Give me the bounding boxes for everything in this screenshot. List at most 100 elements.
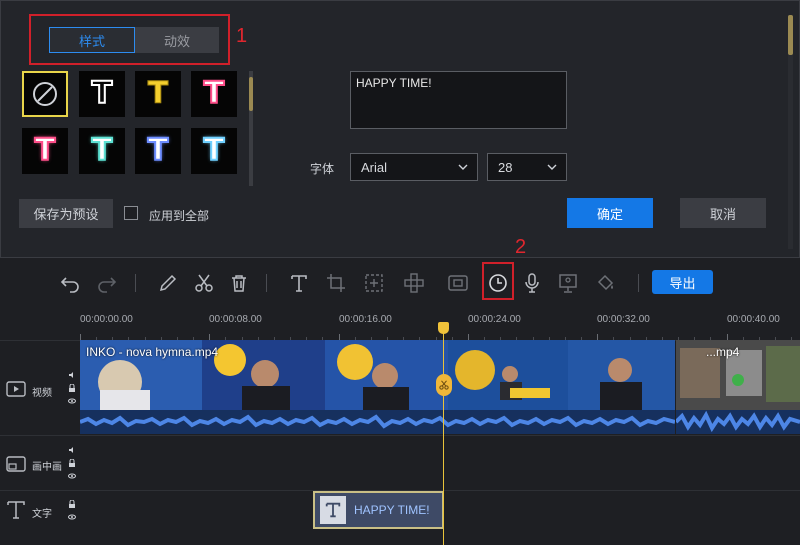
mosaic-button[interactable]: [401, 270, 427, 296]
preset-scrollbar-thumb[interactable]: [249, 77, 253, 111]
eye-icon[interactable]: [68, 397, 76, 405]
toolbar-separator: [135, 274, 136, 292]
preset-cyan-glow[interactable]: T: [79, 128, 125, 174]
redo-button[interactable]: [94, 270, 120, 296]
annotation-number-1: 1: [236, 25, 248, 47]
delete-button[interactable]: [226, 270, 252, 296]
font-size-value: 28: [498, 159, 513, 175]
preset-yellow[interactable]: T: [135, 71, 181, 117]
record-screen-button[interactable]: [555, 270, 581, 296]
text-style-icon: T: [147, 76, 169, 111]
tab-style[interactable]: 样式: [49, 27, 135, 53]
text-style-icon: T: [34, 133, 57, 168]
pip-track-header: 画中画: [0, 436, 80, 490]
preset-scrollbar[interactable]: [249, 71, 253, 186]
no-style-icon: [33, 82, 57, 106]
edit-button[interactable]: [155, 270, 181, 296]
font-size-select[interactable]: 28: [487, 153, 567, 181]
save-preset-button[interactable]: 保存为预设: [19, 199, 113, 228]
cancel-button[interactable]: 取消: [680, 198, 766, 228]
style-preset-grid: T T T T T T T: [22, 71, 242, 183]
zoom-button[interactable]: [361, 270, 387, 296]
waveform-graphic: [676, 410, 800, 433]
text-clip-label: HAPPY TIME!: [354, 503, 430, 517]
lock-icon[interactable]: [68, 500, 76, 508]
waveform-graphic: [80, 414, 675, 429]
text-style-icon: T: [147, 133, 170, 168]
apply-all-label: 应用到全部: [149, 209, 210, 223]
annotation-number-2: 2: [515, 236, 527, 258]
font-family-select[interactable]: Arial: [350, 153, 478, 181]
undo-button[interactable]: [57, 270, 83, 296]
font-family-value: Arial: [361, 159, 388, 175]
timeline-ruler[interactable]: 00:00:00.00 00:00:08.00 00:00:16.00 00:0…: [0, 308, 800, 340]
font-label: 字体: [310, 162, 335, 176]
duration-highlight-box: [482, 262, 514, 300]
time-label: 00:00:00.00: [80, 314, 133, 325]
pip-track: 画中画: [0, 435, 800, 490]
time-label: 00:00:24.00: [468, 314, 521, 325]
crop-button[interactable]: [323, 270, 349, 296]
freeze-frame-button[interactable]: [445, 270, 471, 296]
text-style-icon: T: [203, 133, 226, 168]
text-button[interactable]: [286, 270, 312, 296]
microphone-icon: [525, 273, 539, 293]
eye-icon[interactable]: [68, 472, 76, 480]
redo-icon: [98, 277, 117, 293]
video-clip-title: INKO - nova hymna.mp4: [86, 345, 219, 359]
time-label: 00:00:16.00: [339, 314, 392, 325]
video-clip[interactable]: ...mp4: [676, 340, 800, 434]
tabs-annotation-box: 样式 动效: [29, 14, 230, 65]
audio-waveform: [80, 410, 675, 434]
tab-animation[interactable]: 动效: [135, 27, 219, 53]
text-style-panel: 样式 动效 1 T T T T T T T HAPPY TIME! 字体 Ari…: [0, 0, 800, 258]
text-clip[interactable]: HAPPY TIME!: [313, 491, 444, 529]
split-button[interactable]: [191, 270, 217, 296]
time-label: 00:00:08.00: [209, 314, 262, 325]
presentation-icon: [559, 274, 577, 293]
confirm-button[interactable]: 确定: [567, 198, 653, 228]
panel-scrollbar-thumb[interactable]: [788, 15, 793, 55]
text-style-icon: T: [91, 133, 114, 168]
color-fill-button[interactable]: [593, 270, 619, 296]
playhead-line: [443, 330, 444, 545]
speaker-icon[interactable]: [68, 446, 76, 454]
preset-outline-white[interactable]: T: [79, 71, 125, 117]
paint-bucket-icon: [597, 274, 614, 291]
text-style-icon: T: [91, 76, 114, 111]
trash-icon: [232, 275, 246, 292]
lock-icon[interactable]: [68, 459, 76, 467]
text-track-name: 文字: [32, 509, 52, 520]
apply-all-checkbox[interactable]: [124, 206, 138, 220]
preset-lightblue-glow[interactable]: T: [191, 128, 237, 174]
video-track-name: 视频: [32, 388, 52, 399]
text-icon: [291, 275, 307, 292]
eye-icon[interactable]: [68, 513, 76, 521]
split-handle[interactable]: [436, 374, 452, 396]
playhead-handle[interactable]: [438, 322, 449, 334]
text-style-icon: T: [203, 76, 226, 111]
style-tabs: 样式 动效: [49, 27, 219, 53]
preset-blue-glow[interactable]: T: [135, 128, 181, 174]
video-clip[interactable]: INKO - nova hymna.mp4: [80, 340, 675, 434]
speaker-icon[interactable]: [68, 371, 76, 379]
panel-scrollbar[interactable]: [788, 15, 793, 249]
export-button[interactable]: 导出: [652, 270, 713, 294]
mosaic-icon: [404, 273, 424, 293]
chevron-down-icon: [547, 164, 557, 170]
zoom-frame-icon: [365, 274, 383, 292]
lock-icon[interactable]: [68, 384, 76, 392]
picture-in-picture-icon: [6, 456, 26, 472]
preset-pink-glow[interactable]: T: [22, 128, 68, 174]
record-voice-button[interactable]: [519, 270, 545, 296]
scissors-icon: [195, 274, 213, 292]
video-clip-title: ...mp4: [706, 345, 740, 359]
pip-track-name: 画中画: [32, 462, 62, 473]
crop-icon: [327, 274, 345, 292]
undo-icon: [60, 277, 79, 293]
scissors-icon: [439, 380, 449, 390]
text-track-header: 文字: [0, 491, 80, 545]
text-content-input[interactable]: HAPPY TIME!: [350, 71, 567, 129]
preset-white-bold[interactable]: T: [191, 71, 237, 117]
preset-none[interactable]: [22, 71, 68, 117]
